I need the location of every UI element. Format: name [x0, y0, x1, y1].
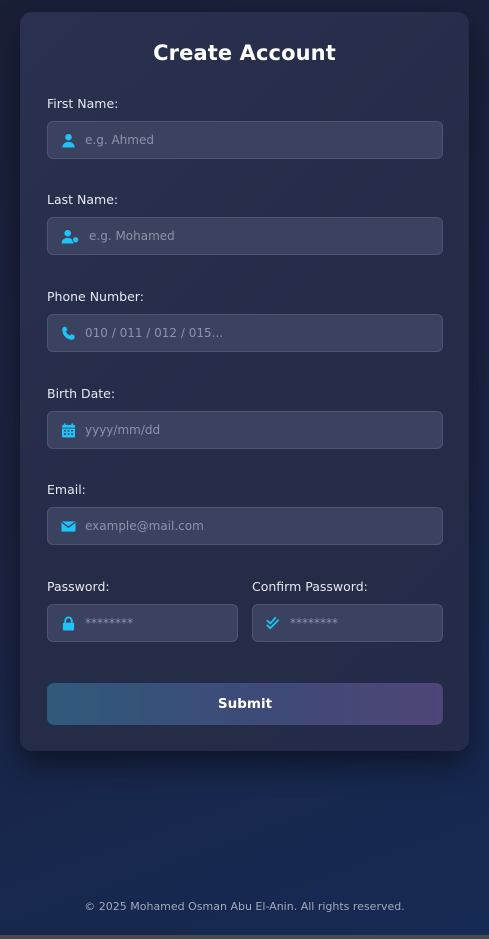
double-check-icon — [266, 616, 281, 631]
first-name-label: First Name: — [47, 96, 119, 111]
lock-icon — [61, 616, 76, 631]
last-name-field[interactable]: e.g. Mohamed — [47, 217, 443, 255]
phone-placeholder: 010 / 011 / 012 / 015... — [85, 326, 224, 340]
last-name-label: Last Name: — [47, 192, 119, 207]
birth-date-label: Birth Date: — [47, 386, 116, 401]
birth-date-field[interactable]: yyyy/mm/dd — [47, 411, 443, 449]
submit-button[interactable]: Submit — [47, 683, 443, 725]
email-field[interactable]: example@mail.com — [47, 507, 443, 545]
first-name-field[interactable]: e.g. Ahmed — [47, 121, 443, 159]
user-icon — [61, 133, 76, 148]
confirm-password-label: Confirm Password: — [252, 579, 368, 594]
birth-date-placeholder: yyyy/mm/dd — [85, 423, 161, 437]
email-label: Email: — [47, 482, 86, 497]
last-name-placeholder: e.g. Mohamed — [89, 229, 175, 243]
password-field[interactable]: ******** — [47, 604, 238, 642]
confirm-password-placeholder: ******** — [290, 616, 338, 630]
signup-card: Create Account First Name: e.g. Ahmed La… — [20, 12, 469, 751]
envelope-icon — [61, 519, 76, 534]
footer-copyright: © 2025 Mohamed Osman Abu El-Anin. All ri… — [84, 900, 405, 913]
bottom-edge — [0, 935, 489, 939]
email-placeholder: example@mail.com — [85, 519, 204, 533]
phone-field[interactable]: 010 / 011 / 012 / 015... — [47, 314, 443, 352]
phone-icon — [61, 326, 76, 341]
password-label: Password: — [47, 579, 110, 594]
form-title: Create Account — [153, 41, 336, 65]
user-tag-icon — [61, 229, 80, 244]
password-placeholder: ******** — [85, 616, 133, 630]
phone-label: Phone Number: — [47, 289, 144, 304]
confirm-password-field[interactable]: ******** — [252, 604, 443, 642]
first-name-placeholder: e.g. Ahmed — [85, 133, 154, 147]
calendar-icon — [61, 422, 76, 438]
